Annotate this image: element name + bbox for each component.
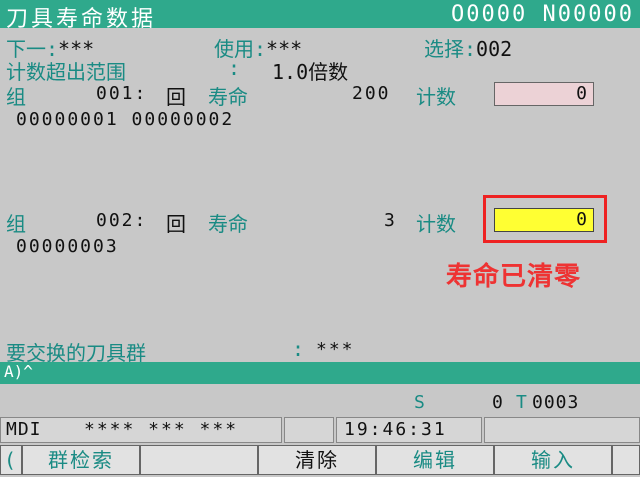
softkey-left-arrow[interactable]: ( — [0, 445, 22, 475]
group-1-count-label: 计数 — [416, 85, 456, 109]
group-2-count-label: 计数 — [416, 212, 456, 236]
clock: 19:46:31 — [344, 419, 447, 440]
softkey-right-end[interactable] — [612, 445, 640, 475]
mode-indicator: MDI — [6, 419, 42, 440]
group-2-life-value: 3 — [384, 210, 397, 231]
group-2-label: 组 — [6, 212, 26, 236]
softkey-clear[interactable]: 清除 — [258, 445, 376, 475]
status-stars: **** *** *** — [84, 419, 239, 440]
exchange-value: *** — [316, 339, 355, 360]
spindle-value: 0 — [492, 392, 503, 413]
tool-value: 0003 — [532, 392, 580, 413]
page-title: 刀具寿命数据 — [6, 7, 157, 32]
exchange-colon: : — [292, 337, 305, 361]
spindle-label: S — [414, 392, 425, 413]
group-1-unit: 回 — [166, 85, 186, 109]
select-label: 选择:002 — [424, 37, 513, 61]
group-2-count-field[interactable]: 0 — [494, 208, 594, 232]
life-cleared-annotation: 寿命已清零 — [446, 262, 582, 292]
overflow-value: 1.0倍数 — [272, 60, 349, 84]
softkey-group-search[interactable]: 群检索 — [22, 445, 140, 475]
group-2-life-label: 寿命 — [208, 212, 248, 236]
overflow-colon: : — [228, 56, 241, 80]
group-2-tools: 00000003 — [16, 236, 119, 257]
softkey-input[interactable]: 输入 — [494, 445, 612, 475]
group-1-label: 组 — [6, 85, 26, 109]
group-2-unit: 回 — [166, 212, 186, 236]
tool-label: T — [516, 392, 527, 413]
softkey-blank[interactable] — [140, 445, 258, 475]
select-value: 002 — [476, 37, 513, 61]
input-line[interactable] — [0, 362, 640, 384]
group-1-tools: 00000001 00000002 — [16, 109, 235, 130]
group-2-number: 002: — [96, 210, 148, 231]
input-prompt: A)^ — [4, 362, 33, 381]
program-number: O0000 N00000 — [451, 2, 634, 27]
status-cell-blank-1 — [284, 417, 334, 443]
group-1-number: 001: — [96, 83, 148, 104]
softkey-edit[interactable]: 编辑 — [376, 445, 494, 475]
status-cell-blank-2 — [484, 417, 640, 443]
group-1-life-value: 200 — [352, 83, 391, 104]
group-1-count-field[interactable]: 0 — [494, 82, 594, 106]
group-1-life-label: 寿命 — [208, 85, 248, 109]
